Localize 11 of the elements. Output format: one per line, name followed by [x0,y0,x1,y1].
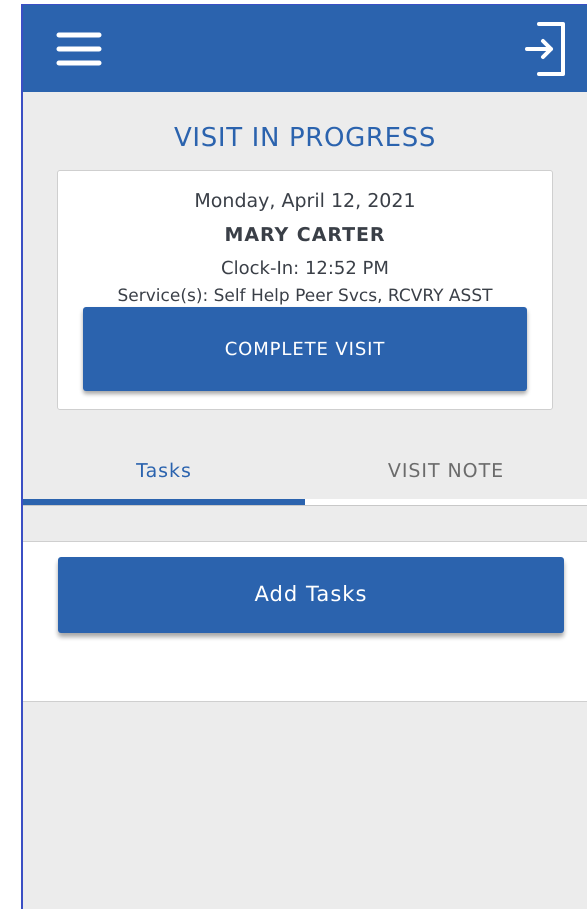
client-name: MARY CARTER [224,223,386,247]
visit-date: Monday, April 12, 2021 [194,189,416,213]
complete-visit-button[interactable]: COMPLETE VISIT [83,307,527,391]
sign-in-icon[interactable] [525,22,567,76]
page-title: VISIT IN PROGRESS [172,122,438,154]
tab[interactable]: VISIT NOTE [305,444,587,499]
clock-in-time: Clock-In: 12:52 PM [221,257,389,281]
tab[interactable]: Tasks [23,444,305,499]
menu-icon[interactable] [56,30,102,66]
services-text: Service(s): Self Help Peer Svcs, RCVRY ASST [118,285,492,307]
add-tasks-button[interactable]: Add Tasks [58,557,564,633]
